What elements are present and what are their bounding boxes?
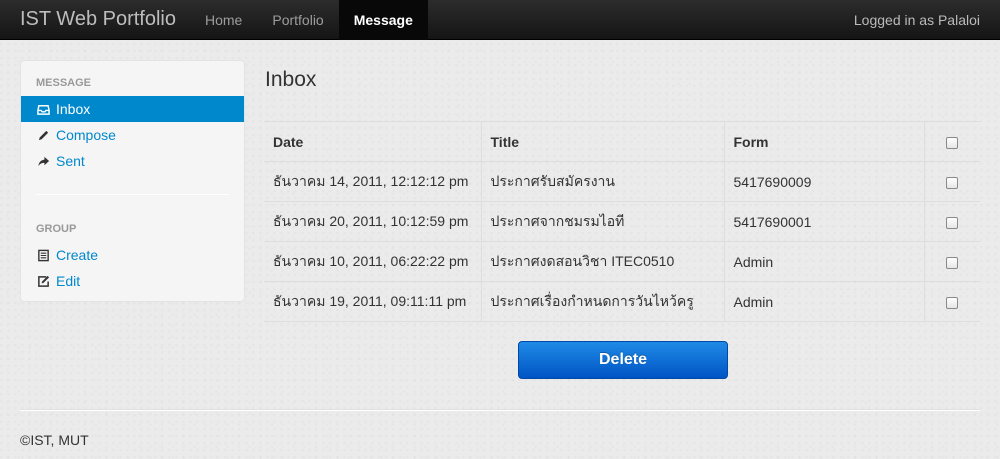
sidebar-item-label: Edit [56, 273, 81, 289]
sidebar-header-message: MESSAGE [36, 77, 92, 89]
nav-home[interactable]: Home [190, 0, 257, 40]
row-title[interactable]: ประกาศเรื่องกำหนดการวันไหว้ครู [481, 281, 725, 322]
top-navbar: IST Web Portfolio Home Portfolio Message… [0, 0, 1000, 40]
main-nav: Home Portfolio Message [190, 0, 428, 40]
row-checkbox[interactable] [946, 256, 959, 269]
sidebar: MESSAGE Inbox Compose Sent GROUP Create … [20, 60, 245, 302]
row-check-cell [924, 201, 980, 242]
row-form: Admin [724, 281, 925, 322]
delete-button[interactable]: Delete [518, 341, 728, 379]
page-title: Inbox [265, 68, 317, 91]
sidebar-item-create[interactable]: Create [21, 242, 244, 268]
inbox-icon [36, 102, 50, 116]
sidebar-item-compose[interactable]: Compose [21, 122, 244, 148]
column-header-form[interactable]: Form [724, 121, 925, 162]
sidebar-divider [36, 194, 229, 195]
sidebar-item-edit[interactable]: Edit [21, 268, 244, 294]
select-all-cell [924, 121, 980, 162]
row-date: ธันวาคม 10, 2011, 06:22:22 pm [264, 241, 482, 282]
row-date: ธันวาคม 14, 2011, 12:12:12 pm [264, 161, 482, 202]
column-header-date[interactable]: Date [264, 121, 482, 162]
row-check-cell [924, 241, 980, 282]
row-title[interactable]: ประกาศรับสมัครงาน [481, 161, 725, 202]
row-form: 5417690001 [724, 201, 925, 242]
row-title[interactable]: ประกาศงดสอนวิชา ITEC0510 [481, 241, 725, 282]
table-row[interactable]: ธันวาคม 20, 2011, 10:12:59 pm ประกาศจากช… [264, 201, 980, 242]
select-all-checkbox[interactable] [946, 136, 959, 149]
table-row[interactable]: ธันวาคม 10, 2011, 06:22:22 pm ประกาศงดสอ… [264, 241, 980, 282]
pencil-icon [36, 128, 50, 142]
sidebar-item-label: Inbox [56, 101, 91, 117]
logged-in-text: Logged in as Palaloi [853, 12, 980, 28]
sidebar-item-label: Sent [56, 153, 85, 169]
row-checkbox[interactable] [946, 176, 959, 189]
sidebar-item-label: Compose [56, 127, 116, 143]
brand-title[interactable]: IST Web Portfolio [20, 0, 176, 40]
footer-divider [20, 409, 980, 411]
nav-message[interactable]: Message [338, 0, 428, 40]
footer-copyright: ©IST, MUT [20, 432, 89, 448]
column-header-title[interactable]: Title [481, 121, 725, 162]
sidebar-item-inbox[interactable]: Inbox [21, 96, 244, 122]
table-header-row: Date Title Form [264, 121, 980, 162]
sidebar-item-sent[interactable]: Sent [21, 148, 244, 174]
sidebar-header-group: GROUP [36, 223, 77, 235]
sidebar-item-label: Create [56, 247, 99, 263]
nav-portfolio[interactable]: Portfolio [257, 0, 338, 40]
share-arrow-icon [36, 154, 50, 168]
edit-icon [36, 274, 50, 288]
inbox-table: Date Title Form ธันวาคม 14, 2011, 12:12:… [264, 121, 980, 322]
row-check-cell [924, 281, 980, 322]
row-form: 5417690009 [724, 161, 925, 202]
row-date: ธันวาคม 19, 2011, 09:11:11 pm [264, 281, 482, 322]
table-row[interactable]: ธันวาคม 19, 2011, 09:11:11 pm ประกาศเรื่… [264, 281, 980, 322]
row-form: Admin [724, 241, 925, 282]
list-icon [36, 248, 50, 262]
row-date: ธันวาคม 20, 2011, 10:12:59 pm [264, 201, 482, 242]
row-checkbox[interactable] [946, 216, 959, 229]
row-checkbox[interactable] [946, 296, 959, 309]
row-title[interactable]: ประกาศจากชมรมไอที [481, 201, 725, 242]
table-row[interactable]: ธันวาคม 14, 2011, 12:12:12 pm ประกาศรับส… [264, 161, 980, 202]
row-check-cell [924, 161, 980, 202]
